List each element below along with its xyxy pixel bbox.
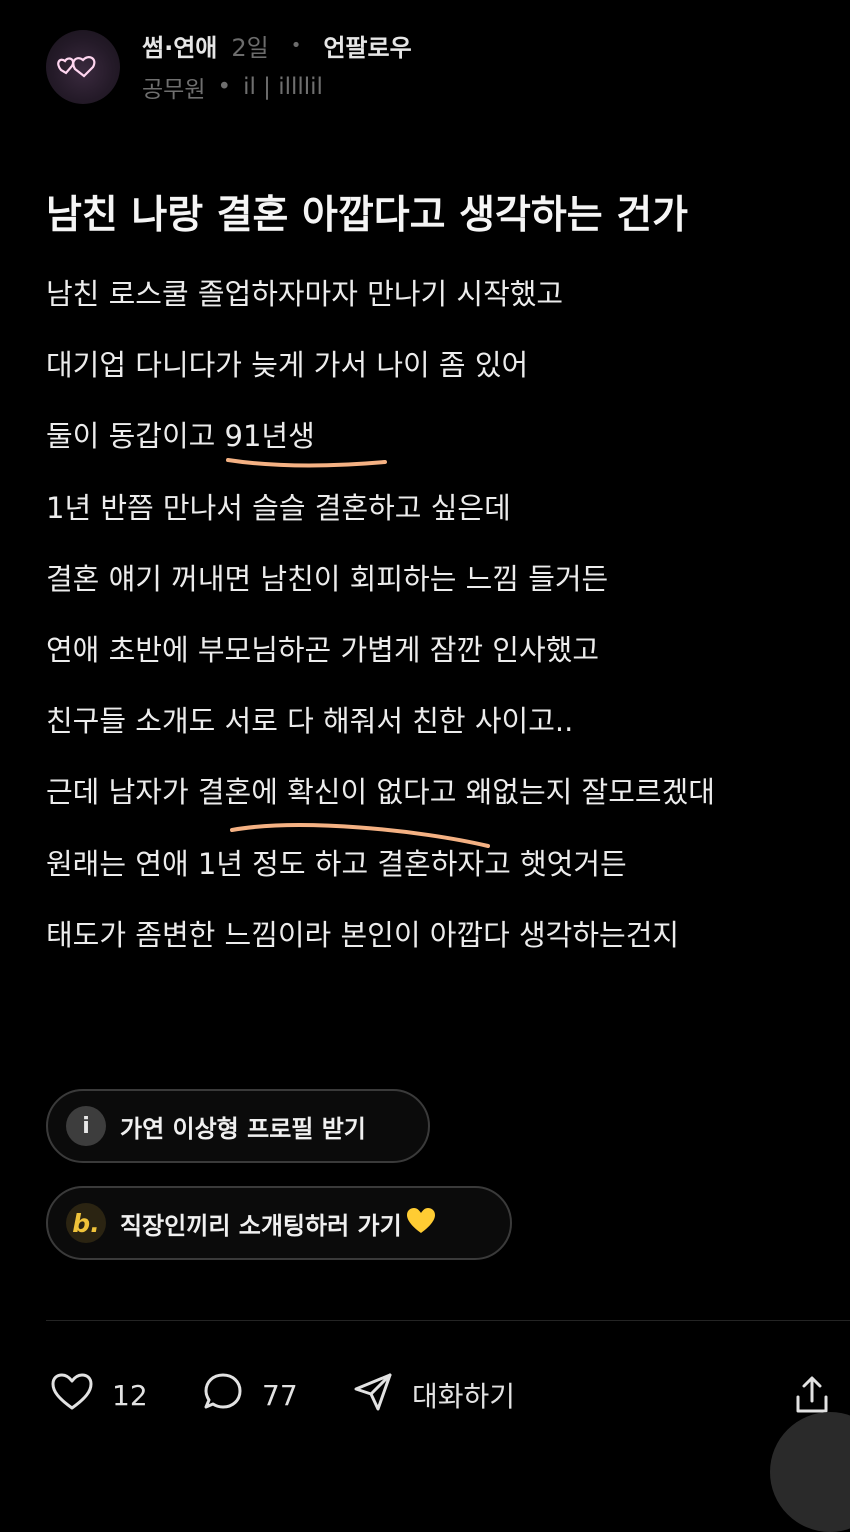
body-line: 남친 로스쿨 졸업하자마자 만나기 시작했고 [46,277,564,311]
body-line: 연애 초반에 부모님하곤 가볍게 잠깐 인사했고 [46,632,600,667]
body-line: 둘이 동갑이고 91년생 [46,419,315,454]
post-meta: 썸·연애 2일 • 언팔로우 [142,28,412,63]
ad-chip-blind-date[interactable]: b. 직장인끼리 소개팅하러 가기 [46,1186,512,1260]
brand-b-icon: b. [66,1203,106,1243]
heart-icon [50,1372,94,1419]
body-line: 태도가 좀변한 느낌이라 본인이 아깝다 생각하는건지 [46,917,680,952]
comment-count: 77 [262,1378,298,1412]
author-info: 공무원 • il | illllil [142,72,323,103]
body-line: 1년 반쯤 만나서 슬슬 결혼하고 싶은데 [46,490,511,525]
post-time: 2일 [231,33,269,62]
body-line: 친구들 소개도 서로 다 해줘서 친한 사이고.. [46,704,574,739]
ad-chip-profile[interactable]: i 가연 이상형 프로필 받기 [46,1089,430,1163]
author-separator: • [217,74,232,100]
chip-label: 직장인끼리 소개팅하러 가기 [120,1211,402,1240]
body-line: 원래는 연애 1년 정도 하고 결혼하자고 햇엇거든 [46,846,627,881]
post-header: 썸·연애 2일 • 언팔로우 공무원 • il | illllil [46,30,826,106]
share-button[interactable] [790,1373,834,1417]
dm-label: 대화하기 [412,1380,516,1413]
unfollow-button[interactable]: 언팔로우 [323,28,411,63]
post-title: 남친 나랑 결혼 아깝다고 생각하는 건가 [46,193,688,238]
author-avatar[interactable] [46,30,120,104]
chip-label: 가연 이상형 프로필 받기 [120,1114,366,1143]
body-line: 결혼 얘기 꺼내면 남친이 회피하는 느낌 들거든 [46,561,609,596]
like-button[interactable]: 12 [50,1370,148,1420]
body-line: 근데 남자가 결혼에 확신이 없다고 왜없는지 잘모르겠대 [46,775,715,810]
yellow-heart-icon [406,1207,436,1239]
post-body: 남친 로스쿨 졸업하자마자 만나기 시작했고 대기업 다니다가 늦게 가서 나이… [46,264,846,976]
comment-button[interactable]: 77 [202,1370,298,1420]
dm-button[interactable]: 대화하기 [352,1370,515,1420]
category-label[interactable]: 썸·연애 [142,28,217,63]
hearts-icon [57,56,96,78]
speech-bubble-icon [202,1371,244,1420]
share-icon [796,1376,828,1413]
author-name[interactable]: il | illllil [243,74,323,100]
info-icon: i [66,1106,106,1146]
divider [46,1320,850,1321]
like-count: 12 [112,1378,148,1412]
send-icon [352,1371,394,1420]
body-line: 대기업 다니다가 늦게 가서 나이 좀 있어 [46,348,529,383]
author-job: 공무원 [142,77,206,103]
meta-separator: • [290,34,302,56]
floating-button-edge[interactable] [770,1412,850,1532]
